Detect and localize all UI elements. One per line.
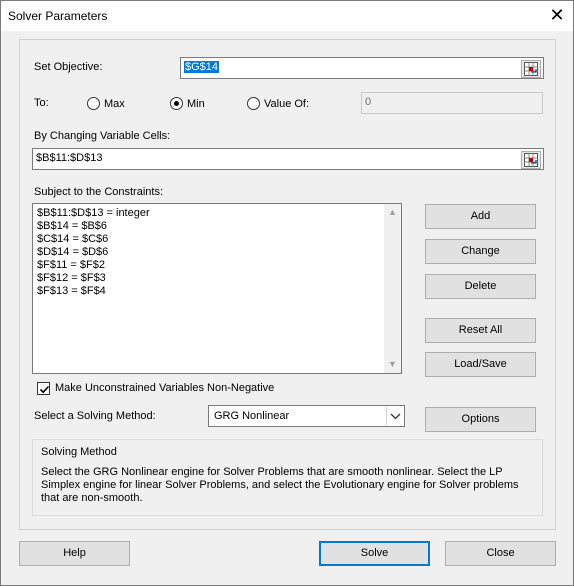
- solving-method-group: Solving Method Select the GRG Nonlinear …: [32, 439, 543, 516]
- constraints-list[interactable]: $B$11:$D$13 = integer $B$14 = $B$6 $C$14…: [32, 203, 402, 374]
- constraints-scrollbar[interactable]: ▲ ▼: [384, 204, 401, 373]
- nonneg-checkbox[interactable]: [37, 382, 50, 395]
- close-button[interactable]: Close: [445, 541, 556, 566]
- solving-method-select[interactable]: GRG Nonlinear: [208, 405, 405, 427]
- delete-button[interactable]: Delete: [425, 274, 536, 299]
- solving-method-title: Solving Method: [41, 446, 117, 458]
- list-item[interactable]: $F$13 = $F$4: [33, 285, 401, 298]
- title-bar: Solver Parameters ✕: [1, 1, 573, 31]
- list-item[interactable]: $F$11 = $F$2: [33, 259, 401, 272]
- list-item[interactable]: $F$12 = $F$3: [33, 272, 401, 285]
- constraints-label: Subject to the Constraints:: [34, 186, 164, 198]
- options-button[interactable]: Options: [425, 407, 536, 432]
- add-button[interactable]: Add: [425, 204, 536, 229]
- radio-max[interactable]: Max: [87, 97, 125, 110]
- radio-max-circle: [87, 97, 100, 110]
- list-item[interactable]: $C$14 = $C$6: [33, 233, 401, 246]
- collapse-dialog-icon[interactable]: [521, 60, 541, 78]
- set-objective-value: $G$14: [184, 61, 220, 73]
- solving-method-description: Select the GRG Nonlinear engine for Solv…: [41, 466, 519, 504]
- collapse-dialog-icon[interactable]: [521, 151, 541, 169]
- set-objective-field[interactable]: $G$14: [180, 57, 544, 79]
- main-panel: Set Objective: $G$14 To: Max Min Value O…: [19, 39, 556, 530]
- radio-min-circle: [170, 97, 183, 110]
- close-icon[interactable]: ✕: [546, 4, 568, 26]
- solver-parameters-dialog: Solver Parameters ✕ Set Objective: $G$14…: [0, 0, 574, 586]
- solve-button[interactable]: Solve: [319, 541, 430, 566]
- value-of-field[interactable]: 0: [361, 92, 543, 114]
- list-item[interactable]: $D$14 = $D$6: [33, 246, 401, 259]
- scroll-up-icon[interactable]: ▲: [388, 207, 397, 217]
- radio-min-label: Min: [187, 97, 205, 110]
- reset-all-button[interactable]: Reset All: [425, 318, 536, 343]
- list-item[interactable]: $B$11:$D$13 = integer: [33, 207, 401, 220]
- set-objective-label: Set Objective:: [34, 61, 103, 73]
- radio-max-label: Max: [104, 97, 125, 110]
- solving-method-label: Select a Solving Method:: [34, 410, 156, 422]
- list-item[interactable]: $B$14 = $B$6: [33, 220, 401, 233]
- radio-value-of[interactable]: Value Of:: [247, 97, 309, 110]
- changing-cells-label: By Changing Variable Cells:: [34, 130, 171, 142]
- load-save-button[interactable]: Load/Save: [425, 352, 536, 377]
- help-button[interactable]: Help: [19, 541, 130, 566]
- radio-value-of-circle: [247, 97, 260, 110]
- scroll-down-icon[interactable]: ▼: [388, 359, 397, 369]
- to-label: To:: [34, 97, 49, 109]
- nonneg-label: Make Unconstrained Variables Non-Negativ…: [55, 382, 275, 394]
- chevron-down-icon[interactable]: [386, 407, 403, 425]
- radio-value-of-label: Value Of:: [264, 97, 310, 110]
- window-title: Solver Parameters: [8, 9, 108, 23]
- radio-min[interactable]: Min: [170, 97, 205, 110]
- changing-cells-field[interactable]: $B$11:$D$13: [32, 148, 544, 170]
- change-button[interactable]: Change: [425, 239, 536, 264]
- changing-cells-value: $B$11:$D$13: [36, 152, 103, 164]
- solving-method-value: GRG Nonlinear: [214, 410, 290, 422]
